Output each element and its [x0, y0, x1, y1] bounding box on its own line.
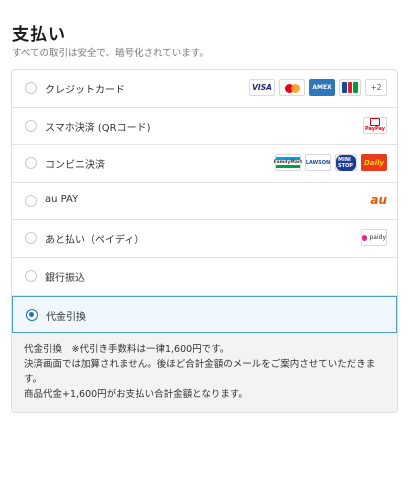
cod-note-line: す。 — [24, 374, 43, 386]
amex-icon: AMEX — [309, 79, 335, 96]
payment-option-label: あと払い（ペイディ） — [45, 235, 145, 247]
radio-au-pay[interactable] — [25, 194, 37, 207]
paypay-icon: PayPay — [363, 116, 387, 134]
payment-method-list: クレジットカード VISA AMEX +2 スマホ決済 (QRコード) PayP… — [11, 69, 398, 414]
ministop-icon: MINI STOP — [335, 154, 357, 172]
radio-qr[interactable] — [25, 119, 37, 132]
radio-paidy[interactable] — [25, 232, 37, 245]
jcb-icon — [339, 79, 361, 96]
payment-option-label: クレジットカード — [45, 85, 125, 96]
lawson-icon: LAWSON — [305, 154, 331, 172]
payment-option-au-pay[interactable]: au PAY au — [12, 183, 397, 221]
radio-convenience-store[interactable] — [25, 157, 37, 170]
paidy-icon: paidy — [361, 229, 387, 247]
card-logos: VISA AMEX +2 — [249, 79, 387, 96]
mastercard-icon — [279, 79, 305, 96]
familymart-icon: FamilyMart — [274, 154, 302, 172]
cod-note: 代金引換 ※代引き手数料は一律1,600円です。 決済画面では加算されません。後… — [12, 333, 397, 413]
payment-option-convenience-store[interactable]: コンビニ決済 FamilyMart LAWSON MINI STOP Daily — [12, 145, 397, 183]
cod-note-line: 商品代金+1,600円がお支払い合計金額となります。 — [24, 389, 248, 401]
payment-option-credit-card[interactable]: クレジットカード VISA AMEX +2 — [12, 70, 397, 108]
more-cards-badge: +2 — [365, 79, 387, 96]
radio-bank-transfer[interactable] — [25, 269, 37, 282]
radio-cash-on-delivery[interactable] — [26, 308, 38, 321]
page-title: 支払い — [12, 25, 66, 45]
payment-option-label: 銀行振込 — [45, 272, 85, 284]
payment-option-bank-transfer[interactable]: 銀行振込 — [12, 258, 397, 296]
visa-icon: VISA — [249, 79, 275, 96]
cod-note-line: 代金引換 ※代引き手数料は一律1,600円です。 — [24, 344, 230, 356]
payment-option-cash-on-delivery[interactable]: 代金引換 — [12, 295, 397, 334]
payment-option-paidy[interactable]: あと払い（ペイディ） paidy — [12, 220, 397, 258]
payment-option-label: スマホ決済 (QRコード) — [45, 122, 151, 134]
au-pay-logos: au — [363, 192, 387, 209]
radio-credit-card[interactable] — [25, 82, 37, 94]
paidy-logos: paidy — [361, 229, 387, 247]
au-icon: au — [370, 193, 387, 208]
payment-option-label: コンビニ決済 — [45, 160, 105, 172]
page-subtitle: すべての取引は安全で、暗号化されています。 — [12, 48, 209, 59]
payment-option-label: 代金引換 — [46, 311, 86, 323]
daily-yamazaki-icon: Daily — [361, 154, 387, 172]
cod-note-line: 決済画面では加算されません。後ほど合計金額のメールをご案内させていただきま — [24, 359, 376, 371]
qr-logos: PayPay — [363, 116, 387, 134]
convenience-store-logos: FamilyMart LAWSON MINI STOP Daily — [274, 154, 387, 172]
payment-option-label: au PAY — [45, 193, 79, 205]
payment-option-qr[interactable]: スマホ決済 (QRコード) PayPay — [12, 108, 397, 146]
